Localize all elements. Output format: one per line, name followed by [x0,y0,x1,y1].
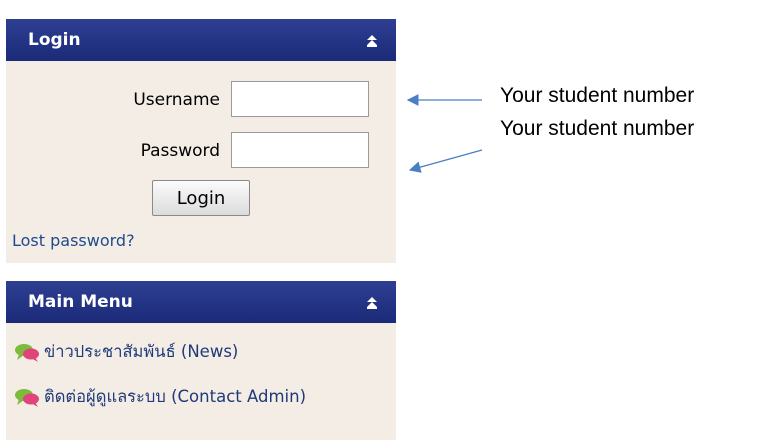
annotation-arrows [406,94,483,173]
password-annotation-arrow [408,149,483,173]
username-annotation: Your student number [500,84,695,107]
password-annotation: Your student number [500,117,695,140]
